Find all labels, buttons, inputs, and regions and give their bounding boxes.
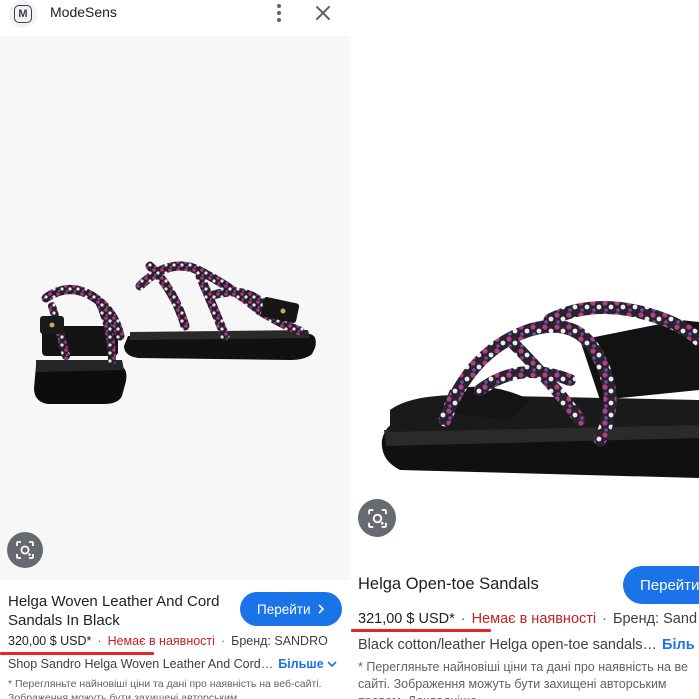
brand: Бренд: Sand <box>612 611 698 627</box>
product-meta: 321,00 $ USD* · Немає в наявності · Бренд: S… <box>358 611 698 627</box>
lens-icon <box>367 508 387 528</box>
site-name: ModeSens <box>50 4 117 20</box>
product-title[interactable]: Helga Open-toe Sandals <box>358 575 539 594</box>
product-info: Helga Woven Leather And Cord Sandals In … <box>0 580 350 699</box>
site-header: M ModeSens <box>0 0 350 36</box>
lens-icon <box>16 541 34 559</box>
product-image[interactable] <box>350 0 699 562</box>
product-description: Black cotton/leather Helga open-toe sand… <box>358 637 695 653</box>
chevron-down-icon <box>327 661 337 668</box>
more-vert-icon[interactable] <box>268 2 290 24</box>
more-link[interactable]: Біль <box>662 637 695 653</box>
price: 321,00 $ USD* <box>358 611 455 627</box>
site-logo-letter: M <box>14 5 32 23</box>
disclaimer: * Перегляньте найновіші ціни та дані про… <box>8 678 322 699</box>
product-meta: 320,00 $ USD* · Немає в наявності · Бренд: S… <box>8 634 328 648</box>
red-underline-annotation <box>351 629 491 632</box>
description-text: Shop Sandro Helga Woven Leather And Cord… <box>8 657 274 671</box>
visit-button[interactable]: Перейти <box>240 592 342 626</box>
availability-status: Немає в наявності <box>471 611 597 627</box>
visit-button-label: Перейти <box>257 601 311 617</box>
brand: Бренд: SANDRO <box>231 634 328 648</box>
product-info: Helga Open-toe Sandals Перейти 321,00 $ … <box>350 562 699 699</box>
availability-status: Немає в наявності <box>107 634 215 648</box>
right-result-panel: Helga Open-toe Sandals Перейти 321,00 $ … <box>350 0 699 699</box>
more-link[interactable]: Більше <box>278 657 337 671</box>
left-result-panel: M ModeSens Helga Woven Leather And Cord … <box>0 0 350 699</box>
disclaimer: * Перегляньте найновіші ціни та дані про… <box>358 660 688 699</box>
red-underline-annotation <box>0 652 154 655</box>
lens-button[interactable] <box>358 499 396 537</box>
product-title[interactable]: Helga Woven Leather And Cord Sandals In … <box>8 592 233 630</box>
chevron-right-icon <box>317 604 324 614</box>
description-text: Black cotton/leather Helga open-toe sand… <box>358 637 658 653</box>
sandal-closeup-illustration <box>381 301 699 478</box>
lens-button[interactable] <box>7 532 43 568</box>
visit-button-label: Перейти <box>640 576 699 594</box>
close-icon[interactable] <box>312 2 334 24</box>
site-logo: M <box>9 0 37 28</box>
price: 320,00 $ USD* <box>8 634 92 648</box>
sandals-pair-illustration <box>34 261 316 404</box>
product-image[interactable] <box>0 36 350 580</box>
visit-button[interactable]: Перейти <box>623 566 699 604</box>
product-description: Shop Sandro Helga Woven Leather And Cord… <box>8 657 337 671</box>
